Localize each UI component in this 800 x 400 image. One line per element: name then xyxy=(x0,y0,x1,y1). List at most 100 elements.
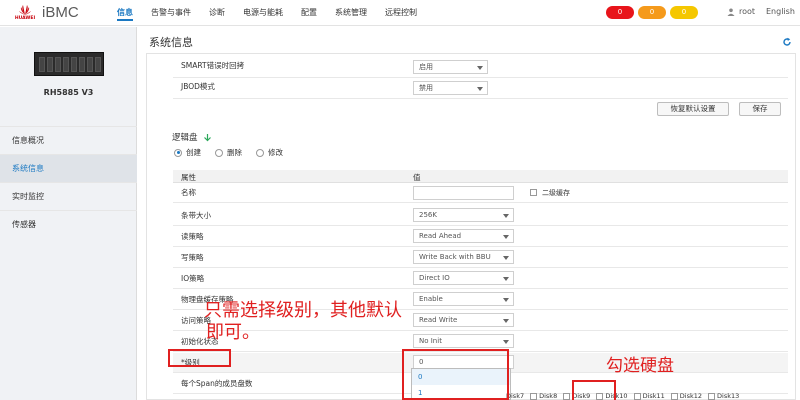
annotation-note-level-cont: 即可。 xyxy=(206,322,260,343)
chevron-down-icon xyxy=(503,235,509,239)
table-row: JBOD模式 禁用 xyxy=(173,81,788,99)
access-policy-select[interactable]: Read Write xyxy=(413,313,514,327)
nav-remote-control[interactable]: 远程控制 xyxy=(376,0,426,26)
brand-title: iBMC xyxy=(42,4,79,21)
select-value: Enable xyxy=(419,295,443,303)
disk-checkbox-item[interactable]: Disk12 xyxy=(670,392,702,400)
refresh-icon[interactable] xyxy=(782,37,792,47)
jbod-mode-select[interactable]: 禁用 xyxy=(413,81,488,95)
disk-checkbox-item[interactable]: Disk8 xyxy=(530,392,557,400)
smart-copyback-select[interactable]: 启用 xyxy=(413,60,488,74)
sidebar-item-overview[interactable]: 信息概况 xyxy=(0,126,137,154)
page-title: 系统信息 xyxy=(149,36,193,49)
chevron-down-icon xyxy=(503,256,509,260)
section-title: 逻辑盘 xyxy=(172,131,212,143)
radio-modify[interactable]: 修改 xyxy=(256,147,283,158)
minor-alarm-badge[interactable]: 0 xyxy=(670,6,698,19)
annotation-box-level-label xyxy=(168,349,231,367)
user-menu[interactable]: root xyxy=(727,7,755,16)
select-value: No Init xyxy=(419,337,442,345)
name-input[interactable] xyxy=(413,186,514,200)
top-bar: HUAWEI iBMC 信息 告警与事件 诊断 电源与能耗 配置 系统管理 远程… xyxy=(0,0,800,26)
init-state-select[interactable]: No Init xyxy=(413,334,514,348)
sidebar: RH5885 V3 信息概况 系统信息 实时监控 传感器 xyxy=(0,27,137,400)
section-title-text: 逻辑盘 xyxy=(172,133,198,143)
chevron-down-icon xyxy=(503,340,509,344)
radio-dot xyxy=(256,148,264,157)
select-value: 256K xyxy=(419,211,437,219)
nav-system-management[interactable]: 系统管理 xyxy=(326,0,376,26)
row-label: 读策略 xyxy=(181,232,204,241)
checkbox[interactable] xyxy=(670,392,678,400)
table-row: 名称 二级缓存 xyxy=(173,185,788,203)
language-switch[interactable]: English xyxy=(766,7,795,16)
disk-checkbox-list: Disk7 Disk8 Disk9 Disk10 Disk11 Disk12 D… xyxy=(506,392,739,400)
annotation-box-level-dropdown xyxy=(402,349,509,400)
radio-label: 修改 xyxy=(268,148,283,157)
username: root xyxy=(739,7,756,16)
annotation-note-level: 只需选择级别，其他默认 xyxy=(204,300,402,321)
sidebar-item-realtime-monitor[interactable]: 实时监控 xyxy=(0,182,137,210)
radio-dot xyxy=(215,148,223,157)
restore-defaults-button[interactable]: 恢复默认设置 xyxy=(657,102,729,116)
user-icon xyxy=(727,8,735,16)
alarm-counters: 0 0 0 xyxy=(606,6,698,19)
critical-alarm-badge[interactable]: 0 xyxy=(606,6,634,19)
logo-text: HUAWEI xyxy=(14,16,36,21)
stripe-size-select[interactable]: 256K xyxy=(413,208,514,222)
main-nav: 信息 告警与事件 诊断 电源与能耗 配置 系统管理 远程控制 xyxy=(108,0,426,26)
row-label: 每个Span的成员盘数 xyxy=(181,379,253,388)
table-row: SMART错误时回拷 启用 xyxy=(173,60,788,78)
checkbox[interactable] xyxy=(530,392,538,400)
row-label: 写策略 xyxy=(181,253,204,262)
row-label: 条带大小 xyxy=(181,211,211,220)
nav-power-energy[interactable]: 电源与能耗 xyxy=(234,0,292,26)
col-header-attr: 属性 xyxy=(181,173,196,182)
disk-label: Disk13 xyxy=(717,392,740,400)
sidebar-item-system-info[interactable]: 系统信息 xyxy=(0,154,137,182)
nav-info[interactable]: 信息 xyxy=(108,0,142,26)
radio-dot xyxy=(174,148,182,157)
nav-config[interactable]: 配置 xyxy=(292,0,326,26)
disk-cache-policy-select[interactable]: Enable xyxy=(413,292,514,306)
radio-delete[interactable]: 删除 xyxy=(215,147,242,158)
checkbox[interactable] xyxy=(563,392,571,400)
select-value: 启用 xyxy=(419,63,433,71)
major-alarm-badge[interactable]: 0 xyxy=(638,6,666,19)
select-value: Read Ahead xyxy=(419,232,462,240)
select-value: Read Write xyxy=(419,316,458,324)
annotation-box-disk-checkbox xyxy=(572,380,616,400)
action-radio-group: 创建 删除 修改 xyxy=(174,147,283,158)
chevron-down-icon xyxy=(477,87,483,91)
col-header-value: 值 xyxy=(413,173,421,182)
checkbox[interactable] xyxy=(708,392,716,400)
secondary-cache-checkbox[interactable] xyxy=(530,189,537,196)
radio-label: 删除 xyxy=(227,148,242,157)
write-policy-select[interactable]: Write Back with BBU xyxy=(413,250,514,264)
table-header: 属性 值 xyxy=(173,170,788,183)
arrow-down-icon[interactable] xyxy=(203,133,212,142)
checkbox[interactable] xyxy=(633,392,641,400)
disk-checkbox-item[interactable]: Disk13 xyxy=(708,392,739,400)
chevron-down-icon xyxy=(503,214,509,218)
table-row: 条带大小 256K xyxy=(173,206,788,226)
server-model: RH5885 V3 xyxy=(43,88,94,97)
read-policy-select[interactable]: Read Ahead xyxy=(413,229,514,243)
sidebar-menu: 信息概况 系统信息 实时监控 传感器 xyxy=(0,126,137,238)
sidebar-item-sensors[interactable]: 传感器 xyxy=(0,210,137,238)
select-value: 禁用 xyxy=(419,84,433,92)
radio-create[interactable]: 创建 xyxy=(174,147,201,158)
select-value: Direct IO xyxy=(419,274,450,282)
chevron-down-icon xyxy=(477,66,483,70)
io-policy-select[interactable]: Direct IO xyxy=(413,271,514,285)
chevron-down-icon xyxy=(503,319,509,323)
huawei-logo: HUAWEI xyxy=(10,4,40,22)
row-label: SMART错误时回拷 xyxy=(181,61,245,70)
table-row: IO策略 Direct IO xyxy=(173,269,788,289)
nav-alarms-events[interactable]: 告警与事件 xyxy=(142,0,200,26)
save-button[interactable]: 保存 xyxy=(739,102,781,116)
nav-diagnose[interactable]: 诊断 xyxy=(200,0,234,26)
table-row: 读策略 Read Ahead xyxy=(173,227,788,247)
select-value: Write Back with BBU xyxy=(419,253,491,261)
disk-checkbox-item[interactable]: Disk11 xyxy=(633,392,665,400)
